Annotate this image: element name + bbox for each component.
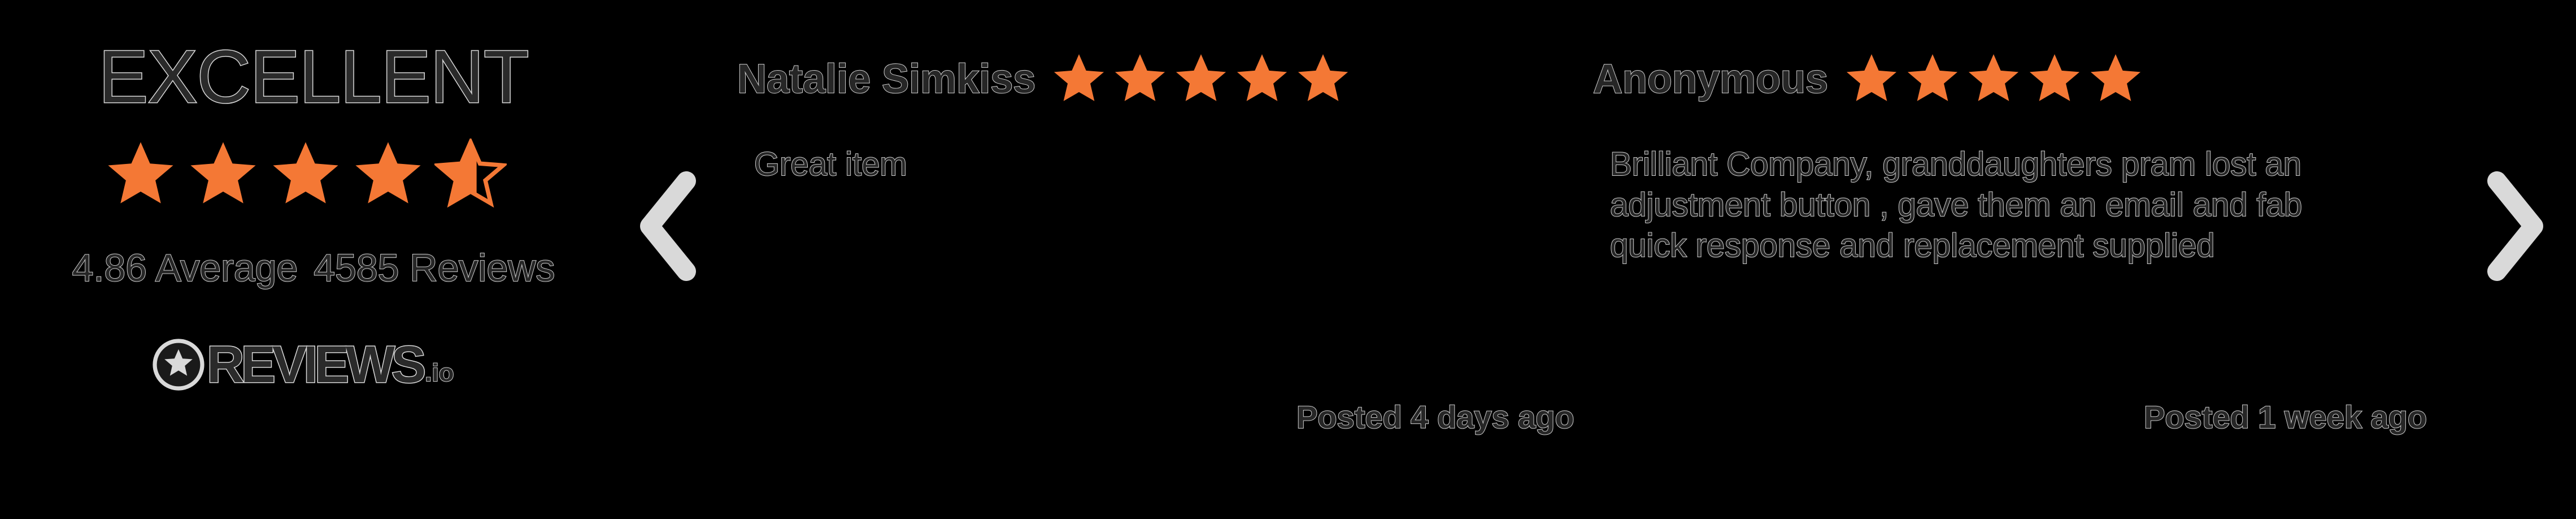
star-icon — [1295, 51, 1351, 107]
star-icon — [1844, 51, 1899, 107]
star-icon — [2088, 51, 2143, 107]
logo-tld: .io — [424, 358, 454, 387]
review-author: Natalie Simkiss — [737, 57, 1036, 102]
review-card: Anonymous Brilliant Company, granddaught… — [1592, 0, 2455, 519]
partial-star-icon — [434, 139, 507, 211]
review-posted-date: Posted 4 days ago — [1296, 399, 1575, 435]
review-header: Anonymous — [1592, 48, 2143, 110]
chevron-right-icon — [2477, 164, 2556, 288]
rating-stats: 4.86 Average 4585 Reviews — [0, 246, 627, 289]
star-icon — [1905, 51, 1960, 107]
star-icon — [352, 139, 424, 211]
rating-word: EXCELLENT — [98, 35, 530, 118]
review-text-line: quick response and replacement supplied — [1609, 227, 2215, 265]
star-icon — [105, 139, 177, 211]
star-icon — [269, 139, 342, 211]
review-header: Natalie Simkiss — [737, 48, 1351, 110]
review-author: Anonymous — [1592, 57, 1829, 102]
star-icon — [187, 139, 259, 211]
rating-summary: EXCELLENT 4.86 Average 4585 Reviews REVIE… — [0, 0, 627, 519]
star-icon — [1051, 51, 1107, 107]
review-text-line: adjustment button , gave them an email a… — [1609, 186, 2303, 224]
star-icon — [1112, 51, 1168, 107]
review-star-rating — [1844, 51, 2143, 107]
average-rating: 4.86 Average — [72, 246, 299, 289]
review-text-line: Great item — [754, 145, 908, 183]
star-icon — [1173, 51, 1229, 107]
next-review-button[interactable] — [2477, 164, 2556, 288]
star-badge-icon — [151, 338, 206, 392]
review-text: Brilliant Company, granddaughters pram l… — [1609, 144, 2412, 266]
review-card: Natalie Simkiss Great item Posted 4 days… — [737, 0, 1599, 519]
review-star-rating — [1051, 51, 1351, 107]
summary-star-rating — [105, 139, 507, 211]
review-posted-date: Posted 1 week ago — [2143, 399, 2427, 435]
review-text: Great item — [754, 144, 1556, 185]
reviews-count: 4585 Reviews — [313, 246, 555, 289]
star-icon — [1234, 51, 1290, 107]
review-text-line: Brilliant Company, granddaughters pram l… — [1609, 145, 2302, 183]
chevron-left-icon — [627, 164, 706, 288]
logo-wordmark: REVIEWS — [206, 336, 427, 393]
star-icon — [1966, 51, 2021, 107]
previous-review-button[interactable] — [627, 164, 706, 288]
reviews-io-logo[interactable]: REVIEWS .io — [151, 334, 455, 396]
star-icon — [2027, 51, 2082, 107]
